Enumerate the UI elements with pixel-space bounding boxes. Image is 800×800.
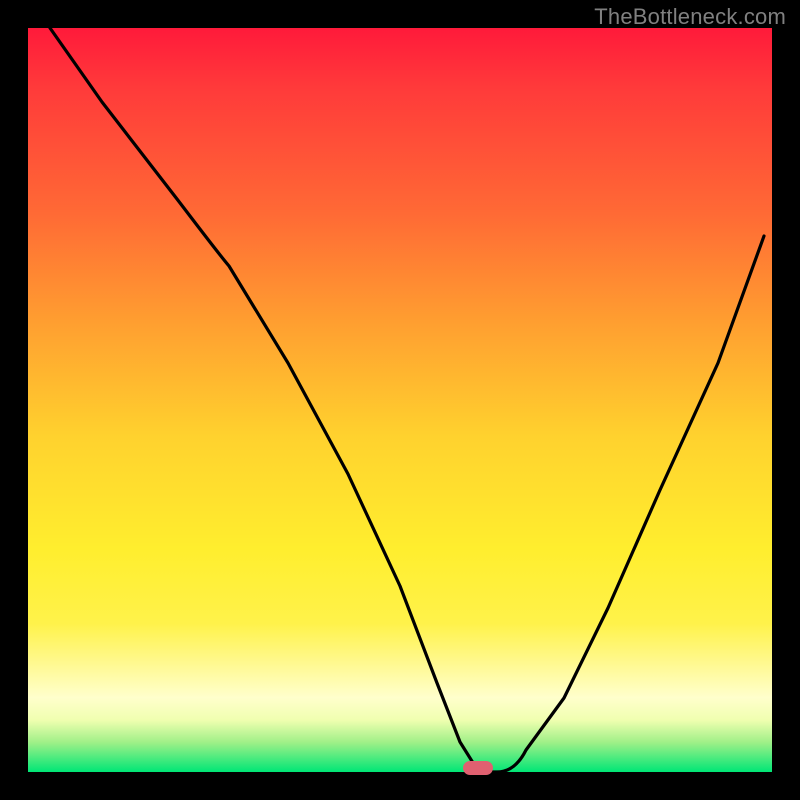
plot-area	[28, 28, 772, 772]
bottleneck-curve	[50, 28, 764, 772]
curve-svg	[28, 28, 772, 772]
optimum-marker	[463, 761, 493, 775]
attribution-text: TheBottleneck.com	[594, 4, 786, 30]
chart-container: TheBottleneck.com	[0, 0, 800, 800]
